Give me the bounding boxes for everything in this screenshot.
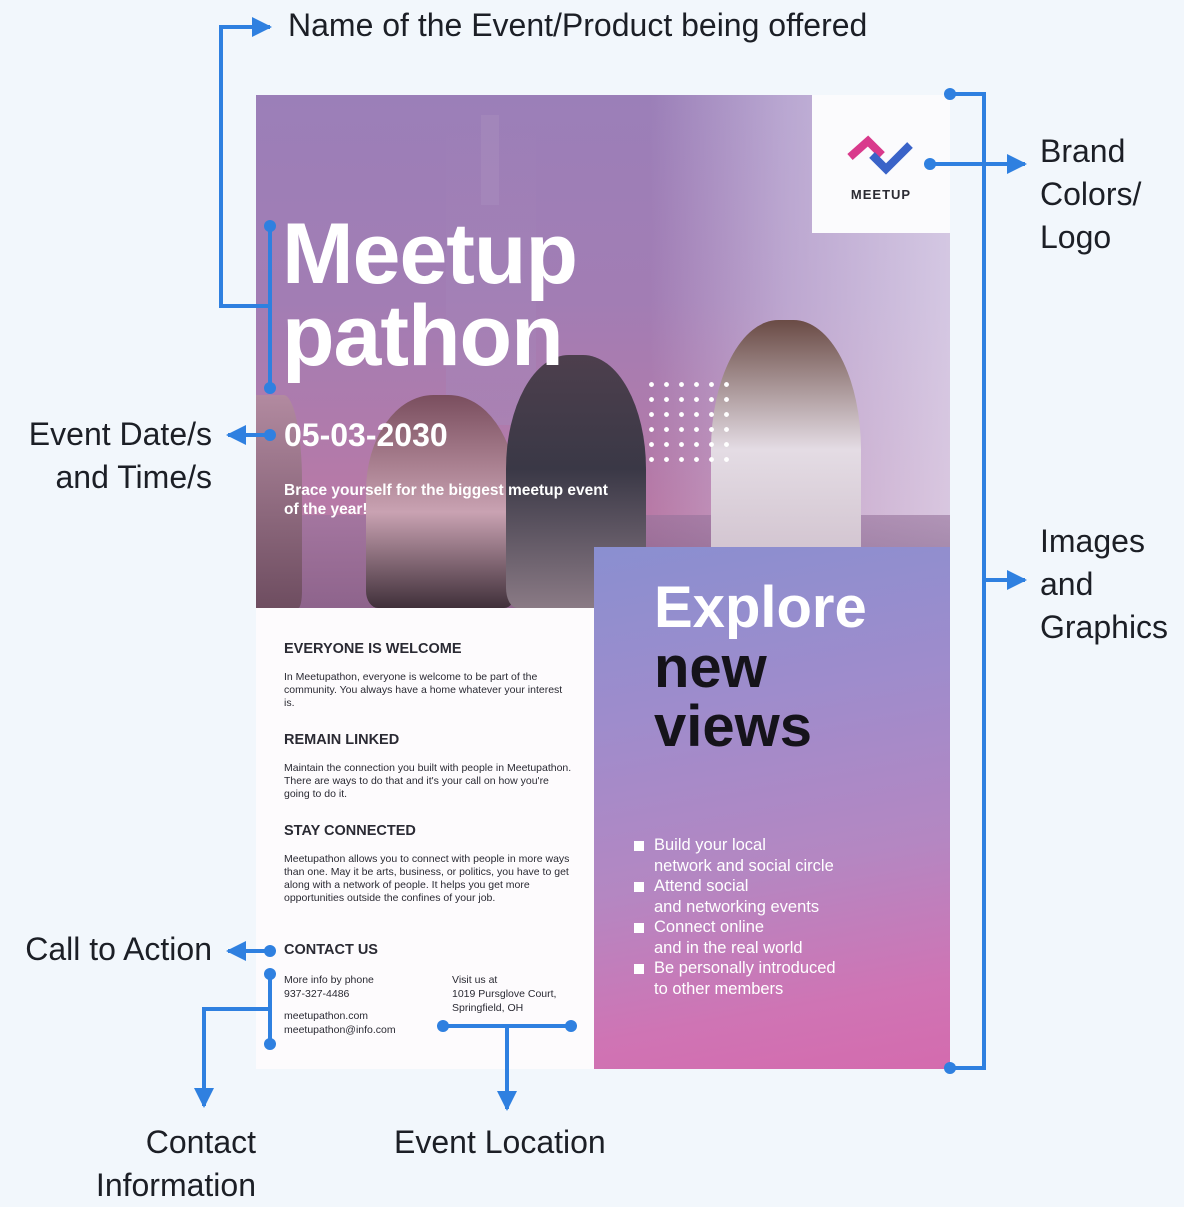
label-line: Colors/: [1040, 176, 1142, 212]
label-contact: Contact Information: [60, 1121, 256, 1207]
connector-dot: [264, 429, 276, 441]
label-brand: Brand Colors/ Logo: [1040, 130, 1141, 259]
label-images: Images and Graphics: [1040, 520, 1168, 649]
label-line: Contact: [145, 1124, 256, 1160]
label-line: Logo: [1040, 219, 1112, 255]
connector-dot: [944, 88, 956, 100]
contact-arrow: [194, 1007, 270, 1108]
connector-dot: [264, 382, 276, 394]
connector-dot: [924, 158, 936, 170]
label-line: Brand: [1040, 133, 1126, 169]
label-location: Event Location: [394, 1124, 606, 1160]
label-line: Information: [95, 1167, 256, 1203]
label-line: Graphics: [1040, 609, 1169, 645]
label-line: and Time/s: [55, 459, 212, 495]
connector-dot: [264, 220, 276, 232]
connector-dot: [264, 968, 276, 980]
connector-dot: [264, 945, 276, 957]
annotation-connectors: [194, 17, 1027, 1111]
connector-dot: [565, 1020, 577, 1032]
connector-dot: [264, 1038, 276, 1050]
name-arrow: [219, 17, 272, 308]
label-line: Event Date/s: [28, 416, 212, 452]
label-date: Event Date/s and Time/s: [0, 413, 212, 499]
images-bracket: [950, 92, 986, 1070]
label-event-name: Name of the Event/Product being offered: [288, 7, 868, 43]
connector-dot: [437, 1020, 449, 1032]
label-cta: Call to Action: [25, 931, 212, 967]
label-line: and: [1040, 566, 1094, 602]
connector-dot: [944, 1062, 956, 1074]
label-line: Images: [1040, 523, 1145, 559]
